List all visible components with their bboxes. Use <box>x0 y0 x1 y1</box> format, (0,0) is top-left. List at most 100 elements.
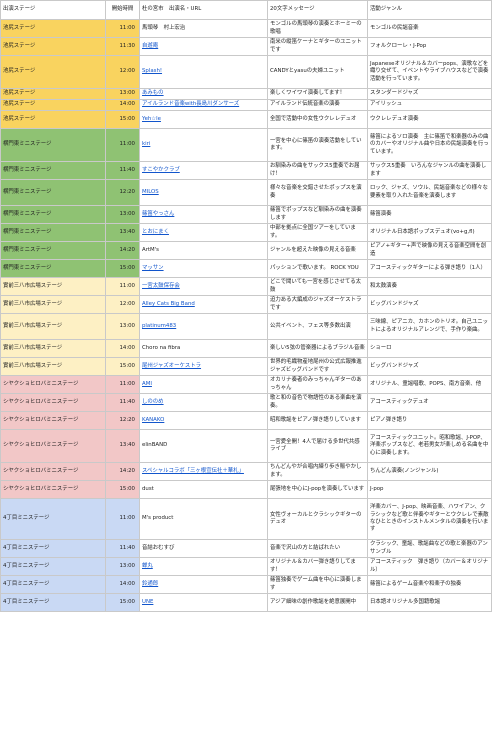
message-cell: 女性ヴォーカルとクラシックギターのデュオ <box>267 498 368 540</box>
genre-cell: 洋楽カバー、J-pop、映画音楽、ハワイアン、クラシックなど歌と伴奏やギターとウ… <box>367 498 492 540</box>
genre-cell: 篠笛によるソロ演奏 主に篠笛で和楽器のみの曲のカバーやオリジナル曲や日本の民謡演… <box>367 128 492 162</box>
genre-cell: サックス5重奏 いろんなジャンルの曲を演奏します <box>367 161 492 180</box>
time-cell: 15:00 <box>105 259 140 278</box>
genre-cell: 三味線、ピアニカ、カホンのトリオ。自己ユニットによるオリジナルアレンジで、手作り… <box>367 313 492 340</box>
stage-cell: 池尻ステージ <box>0 99 106 111</box>
performer-cell: あみもの <box>139 88 268 100</box>
message-cell: 音楽で沢山の方と結ばれたい <box>267 539 368 558</box>
performer-cell: Yeh☆le <box>139 110 268 129</box>
performer-link[interactable]: AMI <box>142 381 265 388</box>
time-cell: 12:00 <box>105 55 140 89</box>
performer-link[interactable]: アイルランド音楽with長島川ダンサーズ <box>142 101 265 108</box>
performer-link[interactable]: platinum483 <box>142 323 265 330</box>
performer-link[interactable]: MILOS <box>142 189 265 196</box>
genre-cell: Japaneseオリジナル＆カバーpops、演歌などを織り交ぜて、イベントやライ… <box>367 55 492 89</box>
performer-link[interactable]: Alley Cats Big Band <box>142 301 265 308</box>
message-cell: ちんどんやが合唱内練り歩き賑やかします。 <box>267 462 368 481</box>
message-cell: モンゴルの馬頭琴の演奏とホーミーの歌唱 <box>267 19 368 38</box>
header-name: 杜の宮市 出演名・URL <box>139 0 268 20</box>
time-cell: 12:20 <box>105 179 140 206</box>
table-row: 横門東ミニステージ 11:00 kiri 一宮を中心に篠笛の演奏活動をしています。 篠笛… <box>0 128 492 162</box>
performer-link[interactable]: 尾州ジャズオーケストラ <box>142 363 265 370</box>
performer-cell: スペシャルコラボ「三ヶ根宣伝社＋華札」 <box>139 462 268 481</box>
header-stage: 出演ステージ <box>0 0 106 20</box>
table-row: 横門東ミニステージ 11:40 すこやかクラブ お馴染みの曲をサックス5重奏でお届け！… <box>0 161 492 180</box>
performer-link[interactable]: Splash! <box>142 68 265 75</box>
table-row: シヤクショヒロバミニステージ 13:40 elinBAND 一宮愛全開！4人で届ける多… <box>0 429 492 463</box>
table-row: 4丁目ミニステージ 14:00 鈴通郎 篠笛独奏でゲーム曲を中心に演奏します 篠笛による… <box>0 575 492 594</box>
stage-cell: 實前三八市広場ステージ <box>0 339 106 358</box>
stage-cell: 4丁目ミニステージ <box>0 593 106 612</box>
table-row: 池尻ステージ 15:00 Yeh☆le 全国で活動中の女性ウクレレデュオ ウクレレデュオ… <box>0 110 492 129</box>
performer-cell: 尾州ジャズオーケストラ <box>139 357 268 376</box>
performer-link[interactable]: 篠笛やっさん <box>142 211 265 218</box>
stage-cell: 横門東ミニステージ <box>0 241 106 260</box>
performer-link[interactable]: kiri <box>142 141 265 148</box>
stage-cell: 實前三八市広場ステージ <box>0 295 106 314</box>
time-cell: 11:40 <box>105 161 140 180</box>
performer-link[interactable]: 鈴通郎 <box>142 581 265 588</box>
performer-link[interactable]: あみもの <box>142 90 265 97</box>
message-cell: アジア細味の創作歌謡を絶意展開中 <box>267 593 368 612</box>
schedule-sheet: 出演ステージ 開始時間 杜の宮市 出演名・URL 20文字メッセージ 活動ジャン… <box>0 0 496 739</box>
message-cell: 南米の縦笛ケーナとギターのユニットです <box>267 37 368 56</box>
stage-cell: 横門東ミニステージ <box>0 161 106 180</box>
stage-cell: シヤクショヒロバミニステージ <box>0 411 106 430</box>
time-cell: 11:00 <box>105 375 140 394</box>
performer-link[interactable]: KANAKO <box>142 417 265 424</box>
performer-link[interactable]: しののめ <box>142 399 265 406</box>
message-cell: 楽しい5弦の管楽器によるブラジル音楽 <box>267 339 368 358</box>
message-cell: 中部を拠点に全国ツアーをしています。 <box>267 223 368 242</box>
table-row: 池尻ステージ 11:30 自遊庵 南米の縦笛ケーナとギターのユニットです フォルクローレ… <box>0 37 492 56</box>
genre-cell: オリジナル日本語ポップスデュオ(vo+g,fl) <box>367 223 492 242</box>
time-cell: 13:00 <box>105 313 140 340</box>
time-cell: 11:00 <box>105 277 140 296</box>
header-genre: 活動ジャンル <box>367 0 492 20</box>
stage-cell: 實前三八市広場ステージ <box>0 313 106 340</box>
genre-cell: モンゴルの民謡音楽 <box>367 19 492 38</box>
performer-link[interactable]: 蝉丸 <box>142 563 265 570</box>
performer-link[interactable]: Yeh☆le <box>142 116 265 123</box>
message-cell: 世界的毛織物産地尾州の公式広報推進ジャズビッグバンドです <box>267 357 368 376</box>
performer-name: Choro na fibra <box>142 344 181 351</box>
performer-cell: 篠笛やっさん <box>139 205 268 224</box>
performer-cell: 馬頭琴 村上宏治 <box>139 19 268 38</box>
message-cell: どこで聞いても一宮を感じさせてる太鼓 <box>267 277 368 296</box>
performer-name: 馬頭琴 村上宏治 <box>142 24 186 31</box>
performer-link[interactable]: スペシャルコラボ「三ヶ根宣伝社＋華札」 <box>142 468 265 475</box>
performer-cell: アイルランド音楽with長島川ダンサーズ <box>139 99 268 111</box>
genre-cell: ピアノ弾き語り <box>367 411 492 430</box>
table-row: 實前三八市広場ステージ 14:00 Choro na fibra 楽しい5弦の管楽器に… <box>0 339 492 358</box>
table-row: 横門東ミニステージ 13:40 とおにまく 中部を拠点に全国ツアーをしています。 オリジ… <box>0 223 492 242</box>
performer-link[interactable]: とおにまく <box>142 229 265 236</box>
table-row: 4丁目ミニステージ 11:40 音結おむすび 音楽で沢山の方と結ばれたい クラシック、童… <box>0 539 492 558</box>
stage-cell: シヤクショヒロバミニステージ <box>0 429 106 463</box>
performer-name: ArtM's <box>142 246 159 253</box>
performer-link[interactable]: 一宮太鼓保存会 <box>142 283 265 290</box>
genre-cell: アコースティック 弾き語り（カバー＆オリジナル） <box>367 557 492 576</box>
performer-link[interactable]: UNE <box>142 599 265 606</box>
performer-link[interactable]: すこやかクラブ <box>142 167 265 174</box>
genre-cell: クラシック、童謡、歌謡曲などの歌と楽器のアンサンブル <box>367 539 492 558</box>
stage-cell: シヤクショヒロバミニステージ <box>0 375 106 394</box>
performer-cell: 蝉丸 <box>139 557 268 576</box>
performer-cell: elinBAND <box>139 429 268 463</box>
performer-link[interactable]: マッサン <box>142 265 265 272</box>
time-cell: 14:00 <box>105 339 140 358</box>
time-cell: 12:20 <box>105 411 140 430</box>
genre-cell: アコースティックデュオ <box>367 393 492 412</box>
stage-cell: 横門東ミニステージ <box>0 223 106 242</box>
message-cell: オカリナ奏者のみっちゃんギターのあっちゃん <box>267 375 368 394</box>
performer-cell: platinum483 <box>139 313 268 340</box>
stage-cell: 池尻ステージ <box>0 88 106 100</box>
performer-link[interactable]: 自遊庵 <box>142 43 265 50</box>
time-cell: 14:00 <box>105 575 140 594</box>
stage-cell: 横門東ミニステージ <box>0 205 106 224</box>
genre-cell: アイリッシュ <box>367 99 492 111</box>
performer-name: dust <box>142 485 154 492</box>
time-cell: 11:40 <box>105 539 140 558</box>
genre-cell: ちんどん演奏(ノンジャンル) <box>367 462 492 481</box>
table-row: 横門東ミニステージ 13:00 篠笛やっさん 篠笛でポップスなど馴染みの曲を演奏します… <box>0 205 492 224</box>
performer-cell: しののめ <box>139 393 268 412</box>
message-cell: オリジナル＆カバー弾き語りしてます！ <box>267 557 368 576</box>
